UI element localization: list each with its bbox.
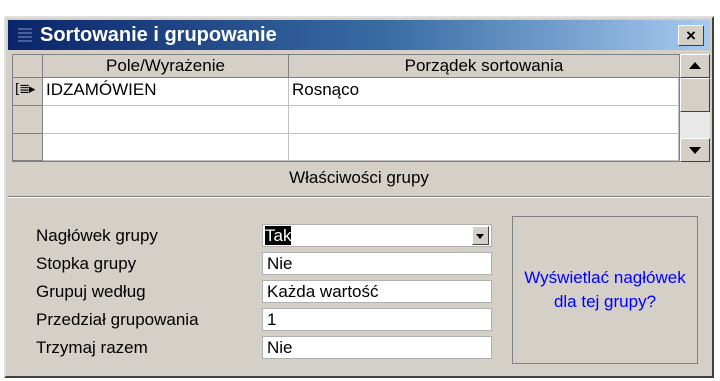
label-group-footer: Stopka grupy <box>36 254 137 273</box>
chevron-down-icon <box>476 234 484 239</box>
current-row-indicator-icon: [≣▸ <box>15 82 35 97</box>
row-selector[interactable] <box>13 106 43 134</box>
group-footer-field[interactable]: Nie <box>262 252 492 275</box>
label-group-interval: Przedział grupowania <box>36 310 199 329</box>
close-icon: × <box>686 26 696 45</box>
arrow-down-icon <box>689 147 701 154</box>
scroll-up-button[interactable] <box>680 54 710 78</box>
field-cell[interactable] <box>43 134 289 161</box>
column-header-sort-order[interactable]: Porządek sortowania <box>289 55 679 78</box>
sorting-grid: Pole/Wyrażenie Porządek sortowania [≣▸ I… <box>12 54 680 162</box>
grid-vertical-scrollbar[interactable] <box>680 54 710 162</box>
label-group-header: Nagłówek grupy <box>36 226 158 245</box>
sort-order-cell[interactable]: Rosnąco <box>289 78 679 106</box>
sorting-grouping-icon <box>18 26 32 44</box>
column-header-field[interactable]: Pole/Wyrażenie <box>43 55 289 78</box>
window-title: Sortowanie i grupowanie <box>40 24 277 46</box>
group-header-value: Tak <box>265 226 292 245</box>
close-button[interactable]: × <box>678 25 704 46</box>
dropdown-button[interactable] <box>472 226 489 245</box>
divider <box>8 196 710 198</box>
title-bar[interactable]: Sortowanie i grupowanie × <box>8 20 710 50</box>
keep-together-field[interactable]: Nie <box>262 336 492 359</box>
label-group-on: Grupuj według <box>36 282 146 301</box>
field-cell[interactable]: IDZAMÓWIEN <box>43 78 289 106</box>
label-keep-together: Trzymaj razem <box>36 338 148 357</box>
arrow-up-icon <box>689 62 701 69</box>
sort-order-cell[interactable] <box>289 106 679 134</box>
group-header-select[interactable]: Tak <box>262 224 492 247</box>
property-hint: Wyświetlać nagłówek dla tej grupy? <box>512 216 698 364</box>
scroll-thumb[interactable] <box>680 78 710 112</box>
group-on-field[interactable]: Każda wartość <box>262 280 492 303</box>
group-properties-title: Właściwości grupy <box>289 168 429 187</box>
row-selector[interactable] <box>13 134 43 161</box>
field-cell[interactable] <box>43 106 289 134</box>
sorting-grouping-window: Sortowanie i grupowanie × Pole/Wyrażenie… <box>4 16 714 378</box>
grid-corner <box>13 55 43 78</box>
scroll-down-button[interactable] <box>680 138 710 162</box>
group-interval-field[interactable]: 1 <box>262 308 492 331</box>
sort-order-cell[interactable] <box>289 134 679 161</box>
row-selector[interactable]: [≣▸ <box>13 78 43 106</box>
